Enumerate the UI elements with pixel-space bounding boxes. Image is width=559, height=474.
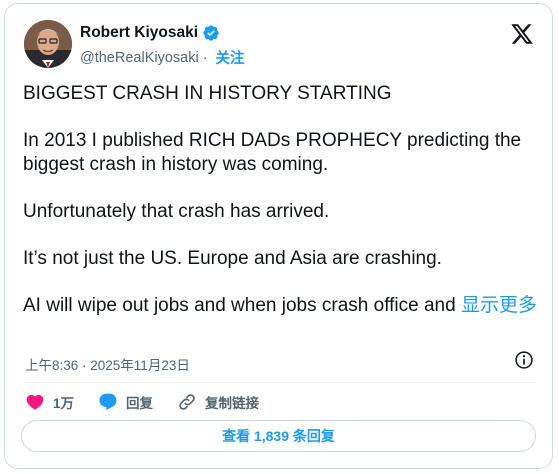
- tweet-paragraph-truncated: AI will wipe out jobs and when jobs cras…: [23, 294, 538, 318]
- tweet-paragraph: It’s not just the US. Europe and Asia ar…: [23, 248, 442, 269]
- divider: [23, 382, 534, 383]
- tweet-text: BIGGEST CRASH IN HISTORY STARTING In 201…: [23, 82, 538, 318]
- show-more-link[interactable]: 显示更多: [461, 295, 537, 316]
- author-handle-row: @theRealKiyosaki · 关注: [80, 47, 245, 68]
- link-icon: [179, 394, 195, 410]
- copy-link-button[interactable]: 复制链接: [177, 392, 259, 412]
- view-replies-button[interactable]: 查看 1,839 条回复: [21, 420, 536, 452]
- handle-separator: ·: [202, 49, 208, 66]
- tweet-paragraph: Unfortunately that crash has arrived.: [23, 201, 330, 222]
- copy-link-label: 复制链接: [205, 396, 260, 411]
- author-name-row: Robert Kiyosaki: [80, 24, 220, 42]
- author-avatar[interactable]: [24, 20, 72, 68]
- reply-button[interactable]: 回复: [98, 392, 153, 412]
- author-name[interactable]: Robert Kiyosaki: [80, 24, 198, 42]
- reply-bubble-icon: [99, 393, 117, 411]
- author-handle[interactable]: @theRealKiyosaki: [80, 50, 199, 66]
- likes-count: 1万: [53, 396, 75, 411]
- reply-label: 回复: [126, 396, 154, 411]
- tweet-card: Robert Kiyosaki @theRealKiyosaki · 关注 BI…: [4, 3, 553, 469]
- tweet-timestamp[interactable]: 上午8:36 · 2025年11月23日: [25, 354, 190, 374]
- action-bar: 1万 回复 复制链接: [25, 392, 283, 412]
- tweet-paragraph: BIGGEST CRASH IN HISTORY STARTING: [23, 83, 392, 104]
- verified-badge-icon: [202, 24, 220, 42]
- info-icon[interactable]: [514, 350, 534, 370]
- heart-icon: [26, 394, 44, 410]
- tweet-paragraph-text: AI will wipe out jobs and when jobs cras…: [23, 295, 456, 316]
- tweet-paragraph: In 2013 I published RICH DADs PROPHECY p…: [23, 130, 522, 175]
- like-button[interactable]: 1万: [25, 392, 74, 412]
- follow-button[interactable]: 关注: [216, 47, 245, 68]
- x-logo-icon[interactable]: [510, 22, 534, 46]
